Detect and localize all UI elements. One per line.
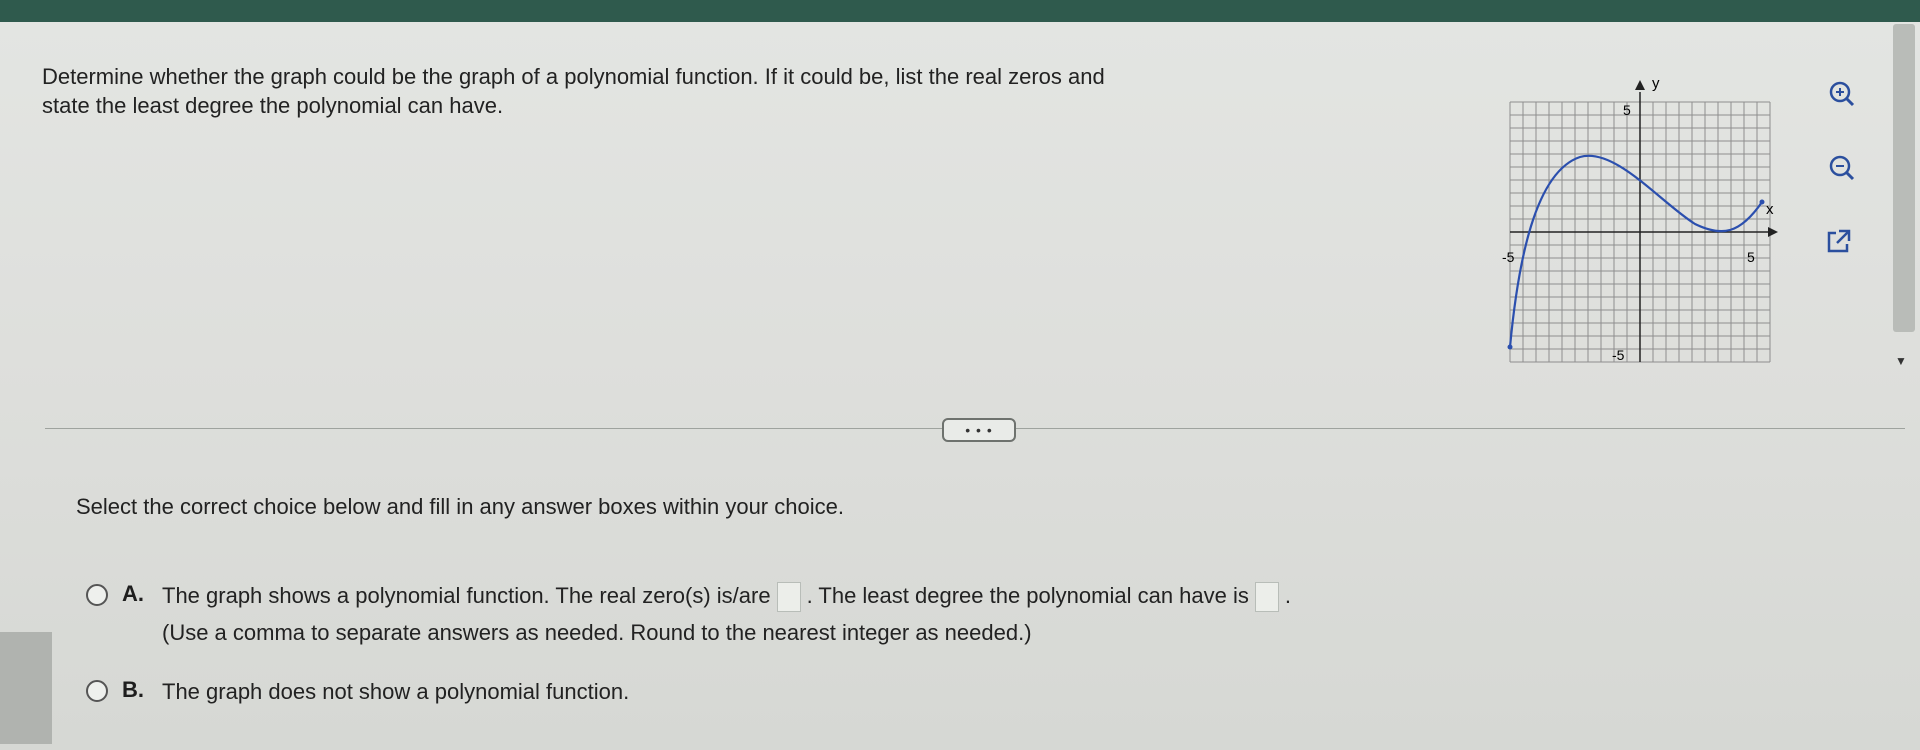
instruction-text: Select the correct choice below and fill…: [76, 494, 844, 519]
least-degree-answer-box[interactable]: [1254, 582, 1279, 613]
graph-svg: y x 5 -5 -5 5: [1502, 75, 1778, 363]
scrollbar-thumb[interactable]: [1893, 24, 1915, 332]
x-axis-label: x: [1766, 201, 1774, 218]
polynomial-curve: [1508, 154, 1763, 348]
choice-a-text-1: The graph shows a polynomial function. T…: [162, 583, 771, 608]
popout-button[interactable]: [1818, 222, 1858, 262]
choice-b-body: The graph does not show a polynomial fun…: [162, 677, 629, 707]
choice-a-radio[interactable]: [86, 584, 108, 606]
tick-label-y-top: 5: [1623, 102, 1631, 118]
choice-a-text-3: .: [1284, 583, 1291, 608]
curve-end-dot-left: [1507, 344, 1513, 350]
choice-a-hint: (Use a comma to separate answers as need…: [162, 620, 1032, 646]
y-axis-arrow: [1635, 80, 1645, 90]
question-line-1: Determine whether the graph could be the…: [42, 64, 1105, 89]
choice-b-letter: B.: [122, 677, 144, 702]
tick-label-y-bottom: -5: [1612, 347, 1625, 363]
tick-label-x-right: 5: [1747, 249, 1755, 265]
choice-b-text: The graph does not show a polynomial fun…: [162, 679, 630, 704]
choice-a-body: The graph shows a polynomial function. T…: [162, 581, 1291, 648]
choice-b-radio[interactable]: [86, 680, 108, 702]
zoom-out-icon: [1829, 155, 1855, 181]
x-axis-arrow: [1768, 227, 1778, 237]
polynomial-graph: y x 5 -5 -5 5: [1490, 62, 1800, 372]
question-line-2: state the least degree the polynomial ca…: [42, 93, 504, 118]
real-zeros-answer-box[interactable]: [776, 582, 801, 613]
choice-b[interactable]: B. The graph does not show a polynomial …: [86, 677, 629, 707]
choice-a-text-2: . The least degree the polynomial can ha…: [806, 583, 1249, 608]
question-text: Determine whether the graph could be the…: [42, 62, 1502, 120]
y-axis-label: y: [1652, 75, 1660, 92]
zoom-in-icon: [1829, 81, 1855, 107]
choice-a-letter: A.: [122, 581, 144, 606]
curve-end-dot-right: [1759, 199, 1765, 205]
left-edge-bar: [0, 632, 52, 744]
zoom-out-button[interactable]: [1822, 148, 1862, 188]
choice-a[interactable]: A. The graph shows a polynomial function…: [86, 581, 1291, 648]
zoom-in-button[interactable]: [1822, 74, 1862, 114]
window-top-strip: [0, 0, 1920, 22]
scroll-down-arrow-icon[interactable]: ▼: [1895, 354, 1907, 368]
tick-label-x-left: -5: [1502, 249, 1515, 265]
expand-button[interactable]: • • •: [942, 418, 1016, 442]
expand-button-label: • • •: [965, 422, 993, 438]
external-link-icon: [1827, 229, 1851, 253]
